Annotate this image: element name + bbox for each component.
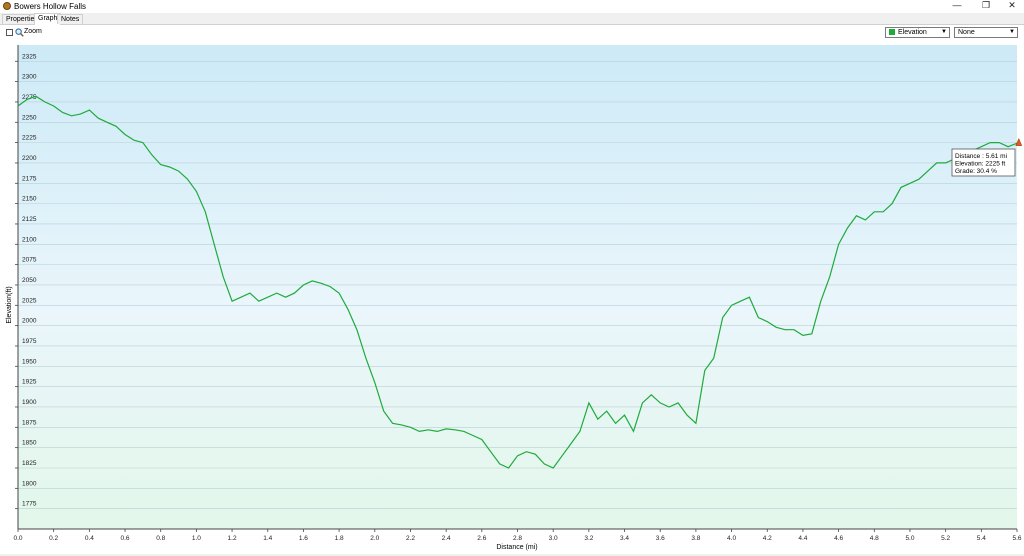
x-axis-label: Distance (mi) [496, 544, 537, 551]
x-tick-label: 2.6 [477, 535, 486, 542]
tab-notes[interactable]: Notes [57, 14, 84, 24]
x-tick-label: 4.0 [727, 535, 736, 542]
x-tick-label: 2.0 [370, 535, 379, 542]
compare-select[interactable]: None ▼ [954, 27, 1018, 38]
x-tick-label: 0.6 [121, 535, 130, 542]
x-tick-label: 3.2 [584, 535, 593, 542]
y-tick-label: 2100 [22, 236, 37, 243]
y-tick-label: 1975 [22, 338, 37, 345]
x-tick-label: 4.6 [834, 535, 843, 542]
x-tick-label: 0.0 [13, 535, 22, 542]
compare-select-value: None [958, 29, 975, 36]
series-color-swatch [889, 29, 895, 35]
y-tick-label: 1850 [22, 440, 37, 447]
x-tick-label: 3.0 [549, 535, 558, 542]
window-title: Bowers Hollow Falls [14, 2, 87, 11]
y-axis-label: Elevation(ft) [6, 286, 13, 323]
y-tick-label: 2275 [22, 94, 37, 101]
x-tick-label: 1.0 [192, 535, 201, 542]
y-tick-label: 2250 [22, 114, 37, 121]
zoom-label: Zoom [24, 28, 42, 35]
y-tick-label: 1950 [22, 358, 37, 365]
tooltip-grade: Grade: 30.4 % [955, 168, 997, 175]
tooltip-elevation: Elevation: 2225 ft [955, 161, 1005, 168]
title-bar: Bowers Hollow Falls — ❐ ✕ [0, 0, 1024, 13]
x-tick-label: 3.4 [620, 535, 629, 542]
x-tick-label: 1.4 [263, 535, 272, 542]
y-tick-label: 1825 [22, 460, 37, 467]
tab-strip: Properties Graph Notes [0, 13, 1024, 25]
y-tick-label: 2025 [22, 297, 37, 304]
y-tick-label: 2050 [22, 277, 37, 284]
series-select-value: Elevation [898, 29, 927, 36]
x-tick-label: 5.0 [905, 535, 914, 542]
tooltip-distance: Distance : 5.61 mi [955, 153, 1007, 160]
y-tick-label: 1775 [22, 501, 37, 508]
graph-toolbar: Zoom Elevation ▼ None ▼ [0, 25, 1024, 41]
zoom-checkbox[interactable] [6, 29, 13, 36]
x-tick-label: 1.8 [335, 535, 344, 542]
magnifier-icon [15, 28, 24, 37]
x-axis-ticks: 0.0 0.2 0.4 0.6 0.8 1.0 1.2 1.4 1.6 1.8 2.0 2.2 2.4 2… [13, 529, 1022, 542]
y-tick-label: 1925 [22, 379, 37, 386]
x-tick-label: 0.2 [49, 535, 58, 542]
x-tick-label: 4.4 [798, 535, 807, 542]
y-tick-label: 1900 [22, 399, 37, 406]
x-tick-label: 3.8 [691, 535, 700, 542]
y-tick-label: 2200 [22, 155, 37, 162]
y-tick-label: 2000 [22, 318, 37, 325]
hover-tooltip: Distance : 5.61 mi Elevation: 2225 ft Gr… [951, 148, 1016, 177]
y-tick-label: 2150 [22, 196, 37, 203]
x-tick-label: 4.8 [870, 535, 879, 542]
x-tick-label: 3.6 [656, 535, 665, 542]
chevron-down-icon: ▼ [941, 29, 947, 35]
x-tick-label: 1.2 [228, 535, 237, 542]
y-tick-label: 1800 [22, 480, 37, 487]
x-tick-label: 5.4 [977, 535, 986, 542]
x-tick-label: 2.4 [442, 535, 451, 542]
x-tick-label: 0.8 [156, 535, 165, 542]
y-tick-label: 2325 [22, 53, 37, 60]
y-tick-label: 2175 [22, 175, 37, 182]
y-tick-label: 2125 [22, 216, 37, 223]
elevation-chart[interactable]: 1775 1800 1825 1850 1875 1900 1925 1950 1975 2000… [0, 41, 1024, 554]
y-tick-label: 2075 [22, 257, 37, 264]
elevation-chart-panel: 1775 1800 1825 1850 1875 1900 1925 1950 1975 2000… [0, 41, 1024, 554]
x-tick-label: 1.6 [299, 535, 308, 542]
minimize-button[interactable]: — [946, 0, 968, 12]
y-tick-label: 2300 [22, 74, 37, 81]
chevron-down-icon: ▼ [1009, 29, 1015, 35]
series-select[interactable]: Elevation ▼ [885, 27, 950, 38]
maximize-button[interactable]: ❐ [975, 0, 997, 12]
y-tick-label: 2225 [22, 135, 37, 142]
x-tick-label: 5.2 [941, 535, 950, 542]
x-tick-label: 5.6 [1012, 535, 1021, 542]
close-button[interactable]: ✕ [1001, 0, 1023, 12]
x-tick-label: 0.4 [85, 535, 94, 542]
x-tick-label: 2.2 [406, 535, 415, 542]
x-tick-label: 4.2 [763, 535, 772, 542]
app-icon [3, 2, 11, 10]
x-tick-label: 2.8 [513, 535, 522, 542]
y-tick-label: 1875 [22, 419, 37, 426]
